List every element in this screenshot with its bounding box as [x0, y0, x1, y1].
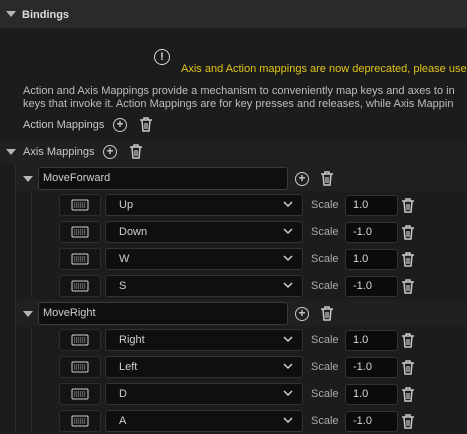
keyboard-icon — [71, 280, 89, 292]
delete-key-icon[interactable] — [401, 252, 415, 267]
delete-key-icon[interactable] — [401, 333, 415, 348]
info-icon: ! — [154, 49, 170, 65]
keyboard-icon — [71, 253, 89, 265]
delete-key-icon[interactable] — [401, 414, 415, 429]
key-selector[interactable]: D — [105, 383, 303, 405]
chevron-down-icon — [283, 228, 293, 235]
scale-input[interactable]: 1.0 — [345, 330, 398, 351]
key-selector[interactable]: Right — [105, 329, 303, 351]
keyboard-select-button[interactable] — [59, 275, 101, 297]
chevron-down-icon — [283, 417, 293, 424]
key-selector[interactable]: Down — [105, 221, 303, 243]
deprecation-warning: Axis and Action mappings are now depreca… — [181, 63, 467, 75]
delete-key-icon[interactable] — [401, 387, 415, 402]
delete-key-icon[interactable] — [401, 225, 415, 240]
tree-guide-line — [31, 190, 32, 298]
axis-name-field[interactable]: MoveForward — [38, 167, 288, 190]
scale-input[interactable]: -1.0 — [345, 357, 398, 378]
key-value: Up — [119, 199, 134, 211]
scale-input[interactable]: 1.0 — [345, 384, 398, 405]
description-line-2: keys that invoke it. Action Mappings are… — [23, 98, 454, 110]
axis-mappings-collapse-icon[interactable] — [6, 149, 16, 155]
chevron-down-icon — [283, 282, 293, 289]
keyboard-select-button[interactable] — [59, 410, 101, 432]
description-text: Action and Axis Mappings provide a mecha… — [23, 85, 467, 111]
bindings-section-header[interactable]: Bindings — [0, 0, 467, 29]
chevron-down-icon — [283, 255, 293, 262]
scale-label: Scale — [311, 388, 339, 400]
keyboard-select-button[interactable] — [59, 248, 101, 270]
key-value: W — [119, 253, 130, 265]
scale-label: Scale — [311, 199, 339, 211]
tree-guide-line — [15, 164, 16, 434]
chevron-down-icon — [283, 336, 293, 343]
key-selector[interactable]: Up — [105, 194, 303, 216]
key-selector[interactable]: A — [105, 410, 303, 432]
delete-axis-mappings-icon[interactable] — [129, 144, 143, 159]
scale-label: Scale — [311, 280, 339, 292]
group-collapse-icon[interactable] — [23, 311, 33, 317]
scale-input[interactable]: -1.0 — [345, 222, 398, 243]
key-selector[interactable]: W — [105, 248, 303, 270]
scale-input[interactable]: -1.0 — [345, 411, 398, 432]
key-value: S — [119, 280, 127, 292]
scale-label: Scale — [311, 334, 339, 346]
key-value: Down — [119, 226, 148, 238]
chevron-down-icon — [283, 390, 293, 397]
delete-axis-icon[interactable] — [320, 306, 334, 321]
chevron-down-icon — [283, 201, 293, 208]
tree-guide-line — [31, 326, 32, 434]
keyboard-select-button[interactable] — [59, 221, 101, 243]
delete-key-icon[interactable] — [401, 198, 415, 213]
keyboard-select-button[interactable] — [59, 356, 101, 378]
add-axis-mapping-icon[interactable]: + — [103, 145, 117, 159]
scale-input[interactable]: -1.0 — [345, 276, 398, 297]
scale-input[interactable]: 1.0 — [345, 195, 398, 216]
delete-action-mappings-icon[interactable] — [139, 117, 153, 132]
scale-label: Scale — [311, 415, 339, 427]
keyboard-icon — [71, 415, 89, 427]
add-key-icon[interactable]: + — [295, 307, 309, 321]
collapse-arrow-icon[interactable] — [6, 11, 16, 17]
keyboard-select-button[interactable] — [59, 383, 101, 405]
keyboard-select-button[interactable] — [59, 194, 101, 216]
key-value: D — [119, 388, 127, 400]
keyboard-icon — [71, 226, 89, 238]
key-value: A — [119, 415, 127, 427]
keyboard-icon — [71, 361, 89, 373]
scale-label: Scale — [311, 226, 339, 238]
keyboard-icon — [71, 199, 89, 211]
key-value: Left — [119, 361, 138, 373]
add-key-icon[interactable]: + — [295, 172, 309, 186]
delete-key-icon[interactable] — [401, 279, 415, 294]
description-line-1: Action and Axis Mappings provide a mecha… — [23, 85, 455, 97]
keyboard-icon — [71, 334, 89, 346]
axis-name-field[interactable]: MoveRight — [38, 302, 288, 325]
add-action-mapping-icon[interactable]: + — [113, 118, 127, 132]
keyboard-icon — [71, 388, 89, 400]
keyboard-select-button[interactable] — [59, 329, 101, 351]
key-selector[interactable]: S — [105, 275, 303, 297]
delete-axis-icon[interactable] — [320, 171, 334, 186]
axis-mappings-label: Axis Mappings — [23, 146, 95, 158]
scale-input[interactable]: 1.0 — [345, 249, 398, 270]
chevron-down-icon — [283, 363, 293, 370]
group-collapse-icon[interactable] — [23, 176, 33, 182]
key-selector[interactable]: Left — [105, 356, 303, 378]
key-value: Right — [119, 334, 145, 346]
scale-label: Scale — [311, 253, 339, 265]
section-title: Bindings — [22, 9, 70, 21]
scale-label: Scale — [311, 361, 339, 373]
action-mappings-label: Action Mappings — [23, 119, 105, 131]
delete-key-icon[interactable] — [401, 360, 415, 375]
